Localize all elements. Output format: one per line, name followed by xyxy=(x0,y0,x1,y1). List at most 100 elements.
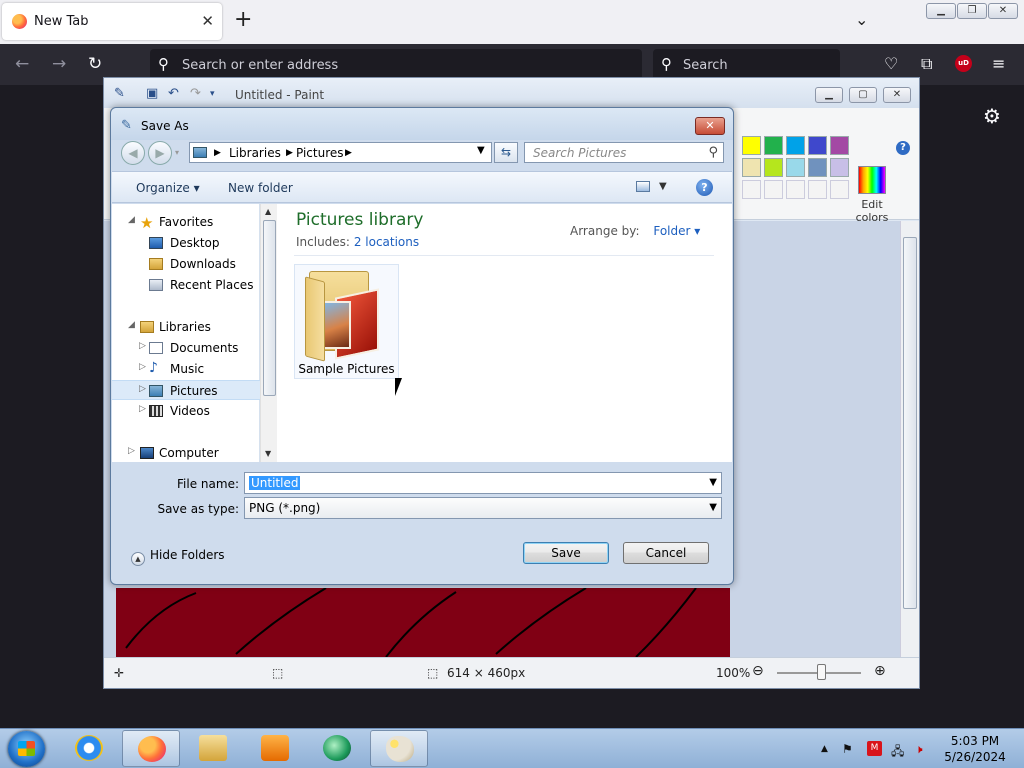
redo-icon[interactable]: ↷ xyxy=(190,86,201,101)
expand-arrow-icon[interactable]: ▷ xyxy=(139,362,146,372)
tab-new-tab[interactable]: New Tab ✕ xyxy=(2,3,222,40)
view-options-chevron-icon[interactable]: ▼ xyxy=(659,181,667,192)
arrange-by-dropdown[interactable]: Folder ▾ xyxy=(653,224,700,238)
back-button[interactable]: ◀ xyxy=(121,141,145,165)
empty-color-swatch[interactable] xyxy=(742,180,761,199)
expand-arrow-icon[interactable]: ▷ xyxy=(139,404,146,414)
customize-toolbar-icon[interactable]: ▾ xyxy=(210,89,215,99)
taskbar-app[interactable] xyxy=(308,730,366,767)
breadcrumb-arrow-icon[interactable]: ▶ xyxy=(214,148,221,158)
new-folder-button[interactable]: New folder xyxy=(228,181,293,195)
color-swatch[interactable] xyxy=(786,136,805,155)
menu-icon[interactable]: ≡ xyxy=(992,54,1005,73)
dialog-search-input[interactable]: Search Pictures ⚲ xyxy=(524,142,724,163)
ublock-icon[interactable]: uD xyxy=(955,55,972,72)
breadcrumb-arrow-icon[interactable]: ▶ xyxy=(345,148,352,158)
nav-computer[interactable]: ▷ Computer xyxy=(112,443,260,463)
network-icon[interactable]: 🖧 xyxy=(891,742,904,763)
forward-button[interactable]: ▶ xyxy=(148,141,172,165)
change-view-icon[interactable] xyxy=(636,181,650,192)
forward-icon[interactable]: → xyxy=(52,54,66,74)
cancel-button[interactable]: Cancel xyxy=(623,542,709,564)
save-button[interactable]: Save xyxy=(523,542,609,564)
empty-color-swatch[interactable] xyxy=(808,180,827,199)
save-type-select[interactable]: PNG (*.png) ▼ xyxy=(244,497,722,519)
antivirus-icon[interactable]: M xyxy=(867,741,882,756)
hide-folders-button[interactable]: ▲ Hide Folders xyxy=(131,548,225,566)
drawing-canvas[interactable] xyxy=(116,588,730,657)
folder-sample-pictures[interactable]: Sample Pictures xyxy=(294,264,399,379)
nav-pictures[interactable]: ▷ Pictures xyxy=(112,380,260,400)
empty-color-swatch[interactable] xyxy=(786,180,805,199)
zoom-out-icon[interactable]: ⊖ xyxy=(752,663,764,679)
chevron-down-icon[interactable]: ⌄ xyxy=(855,10,868,29)
paint-close-button[interactable]: ✕ xyxy=(883,87,911,103)
color-swatch[interactable] xyxy=(808,136,827,155)
refresh-button[interactable]: ⇆ xyxy=(494,142,518,163)
color-swatch[interactable] xyxy=(786,158,805,177)
expand-arrow-icon[interactable]: ▷ xyxy=(139,384,146,394)
expand-arrow-icon[interactable]: ▷ xyxy=(128,446,135,456)
back-icon[interactable]: ← xyxy=(15,54,29,74)
scroll-down-icon[interactable]: ▼ xyxy=(265,449,271,458)
minimize-button[interactable]: ▁ xyxy=(926,3,956,19)
empty-color-swatch[interactable] xyxy=(764,180,783,199)
collapse-arrow-icon[interactable]: ◢ xyxy=(128,215,135,225)
color-swatch[interactable] xyxy=(830,158,849,177)
color-swatch[interactable] xyxy=(764,136,783,155)
restore-button[interactable]: ❐ xyxy=(957,3,987,19)
zoom-slider-thumb[interactable] xyxy=(817,664,826,680)
scrollbar-thumb[interactable] xyxy=(903,237,917,609)
color-swatch[interactable] xyxy=(742,136,761,155)
color-swatch[interactable] xyxy=(742,158,761,177)
taskbar-paint[interactable] xyxy=(370,730,428,767)
paint-minimize-button[interactable]: ▁ xyxy=(815,87,843,103)
tab-close-icon[interactable]: ✕ xyxy=(201,12,214,30)
color-swatch[interactable] xyxy=(808,158,827,177)
recent-pages-icon[interactable]: ▾ xyxy=(175,148,179,157)
close-window-button[interactable]: ✕ xyxy=(988,3,1018,19)
nav-music[interactable]: ▷ ♪ Music xyxy=(112,359,260,379)
nav-libraries[interactable]: ◢ Libraries xyxy=(112,317,260,337)
nav-recent-places[interactable]: Recent Places xyxy=(112,275,260,295)
paint-maximize-button[interactable]: ▢ xyxy=(849,87,877,103)
address-bar[interactable]: ▶ Libraries ▶ Pictures ▶ ▼ xyxy=(189,142,492,163)
color-swatch[interactable] xyxy=(764,158,783,177)
scrollbar-thumb[interactable] xyxy=(263,220,276,396)
file-name-dropdown-icon[interactable]: ▼ xyxy=(709,477,717,488)
scroll-up-icon[interactable]: ▲ xyxy=(265,207,271,216)
breadcrumb-arrow-icon[interactable]: ▶ xyxy=(286,148,293,158)
save-type-dropdown-icon[interactable]: ▼ xyxy=(709,502,717,513)
expand-arrow-icon[interactable]: ▷ xyxy=(139,341,146,351)
includes-locations-link[interactable]: 2 locations xyxy=(354,235,419,249)
nav-downloads[interactable]: Downloads xyxy=(112,254,260,274)
vertical-scrollbar[interactable] xyxy=(900,221,919,657)
show-hidden-icons[interactable]: ▲ xyxy=(821,744,828,754)
zoom-in-icon[interactable]: ⊕ xyxy=(874,663,886,679)
gear-icon[interactable]: ⚙ xyxy=(983,104,1001,128)
taskbar-explorer[interactable] xyxy=(184,730,242,767)
navigation-scrollbar[interactable]: ▲ ▼ xyxy=(260,204,277,462)
action-center-flag-icon[interactable]: ⚑ xyxy=(842,742,853,756)
undo-icon[interactable]: ↶ xyxy=(168,86,179,101)
taskbar-internet-explorer[interactable] xyxy=(60,730,118,767)
nav-favorites[interactable]: ◢ ★ Favorites xyxy=(112,212,260,232)
extensions-icon[interactable]: ⧉ xyxy=(921,54,932,74)
nav-videos[interactable]: ▷ Videos xyxy=(112,401,260,421)
start-button[interactable] xyxy=(8,731,45,767)
taskbar-firefox[interactable] xyxy=(122,730,180,767)
volume-muted-icon[interactable]: 🕨 xyxy=(915,742,923,757)
pocket-icon[interactable]: ♡ xyxy=(884,54,898,73)
taskbar-clock[interactable]: 5:03 PM 5/26/2024 xyxy=(940,733,1010,765)
quick-save-icon[interactable]: ▣ xyxy=(146,86,158,101)
help-icon[interactable]: ? xyxy=(696,179,713,196)
nav-desktop[interactable]: Desktop xyxy=(112,233,260,253)
breadcrumb-pictures[interactable]: Pictures xyxy=(296,146,344,160)
file-name-input[interactable]: Untitled ▼ xyxy=(244,472,722,494)
help-icon[interactable]: ? xyxy=(896,141,910,155)
nav-documents[interactable]: ▷ Documents xyxy=(112,338,260,358)
color-swatch[interactable] xyxy=(830,136,849,155)
dialog-close-button[interactable]: ✕ xyxy=(695,117,725,135)
reload-icon[interactable]: ↻ xyxy=(88,54,102,74)
address-dropdown-icon[interactable]: ▼ xyxy=(477,145,485,156)
